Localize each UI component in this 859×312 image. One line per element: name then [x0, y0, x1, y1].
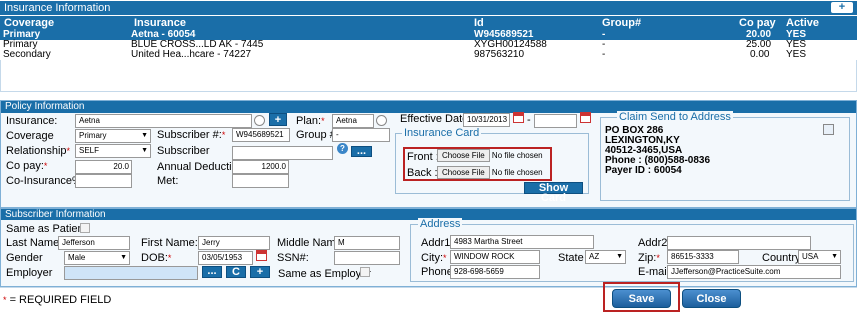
employer-add-button[interactable]: + [250, 266, 270, 278]
employer-label: Employer [6, 267, 53, 279]
front-file-input[interactable]: Choose File No file chosen [437, 149, 543, 163]
city-label: City:* [421, 252, 447, 264]
state-label: State [558, 252, 584, 264]
subscriber-label: Subscriber [157, 145, 210, 157]
back-file-input[interactable]: Choose File No file chosen [437, 166, 543, 180]
plan-field[interactable]: Aetna [332, 114, 374, 128]
coinsurance-field[interactable] [75, 174, 132, 188]
front-label: Front : [407, 151, 439, 163]
addr2-label: Addr2. [638, 237, 671, 249]
ssn-field[interactable] [334, 251, 400, 265]
claim-title: Claim Send to Address [617, 111, 733, 123]
insurance-table-header: Coverage Insurance Id Group# Co pay Acti… [0, 15, 857, 30]
insurance-radio[interactable] [254, 115, 265, 126]
met-field[interactable] [232, 174, 289, 188]
last-name-field[interactable]: Jefferson [58, 236, 130, 250]
addr1-field[interactable]: 4983 Martha Street [450, 235, 594, 249]
relationship-label: Relationship* [6, 145, 71, 157]
help-icon[interactable]: ? [337, 143, 348, 154]
insurance-field[interactable]: Aetna [75, 114, 252, 128]
subscriber-field[interactable] [232, 146, 333, 160]
group-field[interactable]: - [332, 128, 390, 142]
col-active[interactable]: Active [786, 17, 819, 29]
col-group[interactable]: Group# [602, 17, 641, 29]
effective-from-field[interactable]: 10/31/2013 [463, 113, 510, 127]
claim-address: PO BOX 286 LEXINGTON,KY 40512-3465,USA P… [605, 125, 711, 176]
dob-field[interactable]: 03/05/1953 [198, 251, 253, 265]
back-label: Back : [407, 167, 438, 179]
middle-name-field[interactable]: M [334, 236, 400, 250]
employer-field[interactable] [64, 266, 198, 280]
zip-field[interactable]: 86515-3333 [667, 250, 739, 264]
country-select[interactable]: USA ▼ [798, 250, 841, 264]
email-field[interactable]: JJefferson@PracticeSuite.com [667, 265, 841, 279]
calendar-icon[interactable] [513, 112, 524, 123]
col-id[interactable]: Id [474, 17, 484, 29]
zip-label: Zip:* [638, 252, 660, 264]
table-row[interactable]: Secondary United Hea...hcare - 74227 987… [0, 50, 857, 60]
insurance-card-title: Insurance Card [402, 127, 482, 139]
insurance-label: Insurance: [6, 115, 58, 127]
table-row[interactable]: Primary BLUE CROSS...LD AK - 7445 XYGH00… [0, 40, 857, 50]
subscriber-no-field[interactable]: W945689521 [232, 128, 290, 142]
address-title: Address [418, 218, 463, 230]
effective-to-field[interactable] [534, 114, 577, 128]
same-employer-label: Same as Employer [278, 268, 371, 280]
insurance-add-button[interactable]: + [269, 113, 287, 126]
insurance-table-body [0, 60, 857, 92]
last-name-label: Last Name:* [6, 237, 66, 249]
gender-label: Gender [6, 252, 43, 264]
first-name-field[interactable]: Jerry [198, 236, 270, 250]
deductible-field[interactable]: 1200.0 [232, 160, 289, 174]
calendar-icon[interactable] [256, 250, 267, 261]
copay-field[interactable]: 20.0 [75, 160, 132, 174]
table-row[interactable]: Primary Aetna - 60054 W945689521 - 20.00… [0, 30, 857, 40]
ssn-label: SSN#: [277, 252, 309, 264]
show-card-button[interactable]: Show Card [524, 182, 583, 204]
coverage-select[interactable]: Primary ▼ [75, 129, 151, 143]
phone-field[interactable]: 928-698-5659 [450, 265, 540, 279]
same-patient-checkbox[interactable] [80, 223, 90, 233]
city-field[interactable]: WINDOW ROCK [450, 250, 540, 264]
plan-label: Plan:* [296, 115, 325, 127]
employer-search-button[interactable]: ... [202, 266, 222, 278]
dob-label: DOB:* [141, 252, 172, 264]
col-copay[interactable]: Co pay [739, 17, 776, 29]
col-insurance[interactable]: Insurance [134, 17, 186, 29]
edit-icon[interactable] [823, 124, 834, 135]
subscriber-no-label: Subscriber #:* [157, 129, 226, 141]
subscriber-title: Subscriber Information [5, 209, 106, 220]
relationship-select[interactable]: SELF ▼ [75, 144, 151, 158]
gender-select[interactable]: Male ▼ [64, 251, 130, 265]
coverage-label: Coverage [6, 130, 54, 142]
save-button[interactable]: Save [612, 289, 671, 308]
met-label: Met: [157, 175, 179, 187]
calendar-icon[interactable] [580, 112, 591, 123]
col-coverage[interactable]: Coverage [4, 17, 54, 29]
same-patient-label: Same as Patient [6, 223, 87, 235]
add-insurance-button[interactable]: + [831, 2, 853, 13]
plan-radio[interactable] [376, 115, 387, 126]
coinsurance-label: Co-Insurance% [6, 175, 82, 187]
policy-title: Policy Information [5, 101, 85, 112]
state-select[interactable]: AZ ▼ [585, 250, 626, 264]
copay-label: Co pay:* [6, 160, 48, 172]
employer-clear-button[interactable]: C [226, 266, 246, 278]
close-button[interactable]: Close [682, 289, 741, 308]
first-name-label: First Name:* [141, 237, 201, 249]
insurance-info-title: Insurance Information [4, 2, 111, 14]
insurance-info-header: Insurance Information [0, 1, 857, 15]
subscriber-search-button[interactable]: ... [351, 146, 372, 157]
country-label: Country [762, 252, 801, 264]
required-note: * = REQUIRED FIELD [3, 294, 112, 306]
same-employer-checkbox[interactable] [360, 267, 370, 277]
effective-sep: - [527, 114, 531, 126]
addr2-field[interactable] [667, 236, 811, 250]
